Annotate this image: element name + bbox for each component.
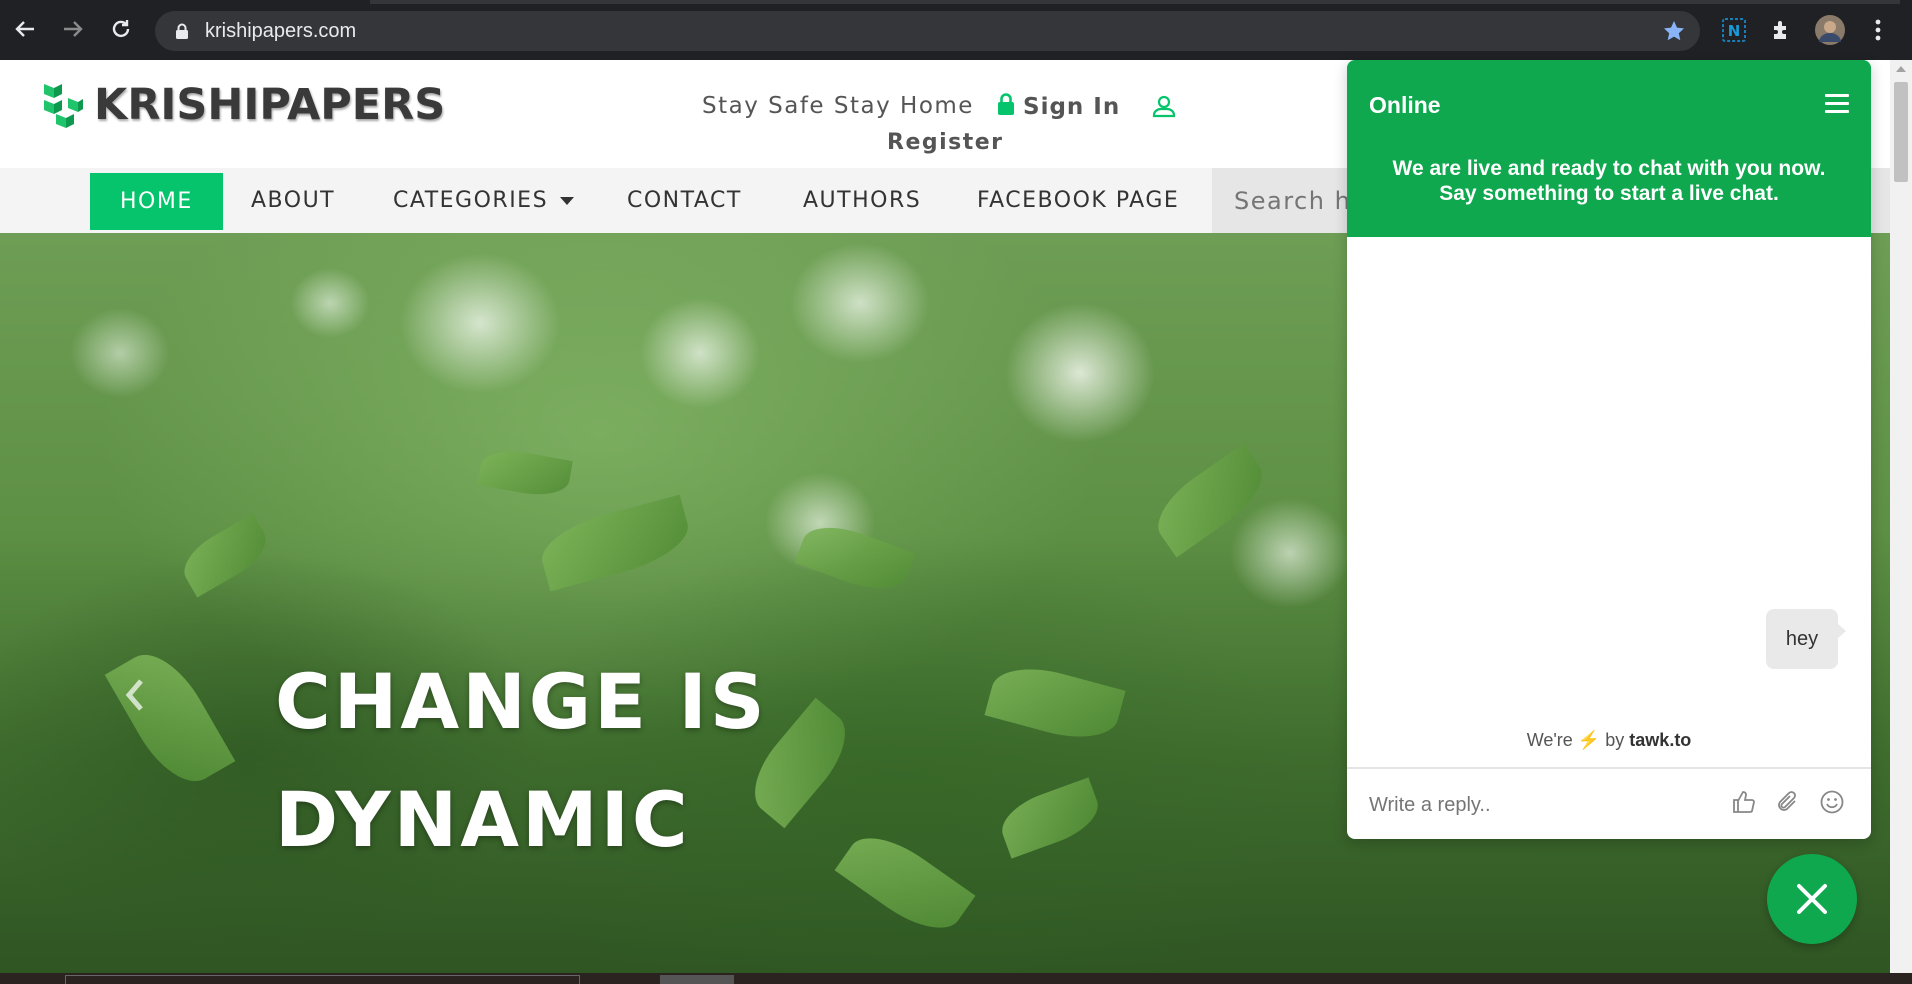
nav-categories[interactable]: CATEGORIES: [363, 168, 604, 233]
paperclip-icon[interactable]: [1773, 787, 1803, 817]
chat-message-bubble: hey: [1766, 609, 1846, 669]
nav-about-label: ABOUT: [251, 188, 336, 213]
chat-welcome-text: We are live and ready to chat with you n…: [1392, 157, 1826, 205]
chat-widget: Online We are live and ready to chat wit…: [1347, 60, 1871, 839]
taskbar-item[interactable]: [65, 975, 580, 984]
user-icon[interactable]: [1152, 94, 1176, 122]
url-text: krishipapers.com: [205, 20, 357, 42]
taskbar-item[interactable]: [660, 975, 734, 984]
hero-title-line1: CHANGE IS: [275, 657, 768, 746]
chat-input-bar: [1347, 767, 1871, 839]
leaf-decoration: [994, 777, 1106, 859]
leaf-decoration: [1145, 443, 1275, 558]
nav-home[interactable]: HOME: [90, 173, 223, 230]
hero-title-line2: DYNAMIC: [275, 775, 691, 864]
sign-in-label: Sign In: [1023, 94, 1121, 120]
back-button[interactable]: [10, 14, 40, 44]
logo-text: KRISHIPAPERS: [94, 80, 446, 130]
chat-close-button[interactable]: [1767, 854, 1857, 944]
emoji-icon[interactable]: [1817, 787, 1847, 817]
reload-icon: [112, 20, 130, 38]
leaf-decoration: [174, 513, 276, 598]
scroll-up-icon[interactable]: [1896, 66, 1906, 72]
lock-icon: [175, 23, 189, 43]
register-link[interactable]: Register: [887, 130, 1004, 155]
powered-brand: tawk.to: [1629, 730, 1692, 750]
thumbs-up-icon[interactable]: [1729, 787, 1759, 817]
chevron-left-icon: [125, 679, 143, 711]
page-scrollbar[interactable]: [1890, 60, 1912, 973]
os-taskbar: [0, 973, 1912, 984]
hamburger-menu-icon[interactable]: [1825, 94, 1849, 118]
back-arrow-icon: [15, 21, 34, 37]
forward-arrow-icon: [64, 21, 83, 37]
nav-categories-label: CATEGORIES: [393, 188, 549, 213]
bookmark-star-icon[interactable]: [1662, 19, 1686, 47]
browser-menu-icon[interactable]: [1862, 14, 1894, 46]
leaf-decoration: [104, 639, 236, 797]
nav-about[interactable]: ABOUT: [221, 168, 365, 233]
nav-facebook-page[interactable]: FACEBOOK PAGE: [947, 168, 1209, 233]
chat-header: Online We are live and ready to chat wit…: [1347, 60, 1871, 237]
scrollbar-thumb[interactable]: [1894, 82, 1908, 182]
nav-authors-label: AUTHORS: [803, 188, 922, 213]
nav-facebook-label: FACEBOOK PAGE: [977, 188, 1180, 213]
nav-home-label: HOME: [120, 189, 193, 214]
leaf-decoration: [794, 515, 916, 601]
powered-by-word: by: [1605, 730, 1625, 750]
powered-prefix: We're: [1526, 730, 1573, 750]
carousel-prev-button[interactable]: [118, 673, 152, 717]
powered-by[interactable]: We're ⚡ by tawk.to: [1347, 730, 1871, 751]
reply-input[interactable]: [1369, 787, 1709, 823]
tagline: Stay Safe Stay Home: [702, 93, 974, 119]
cube-logo-icon: [44, 84, 83, 128]
extension-n-icon[interactable]: N: [1718, 14, 1750, 46]
browser-toolbar: krishipapers.com N: [0, 0, 1912, 60]
leaf-decoration: [834, 821, 976, 945]
reload-button[interactable]: [106, 14, 136, 44]
lock-icon: [997, 93, 1015, 121]
nav-contact-label: CONTACT: [627, 188, 742, 213]
forward-button[interactable]: [58, 14, 88, 44]
tab-strip: [370, 0, 1900, 4]
extensions-puzzle-icon[interactable]: [1766, 14, 1798, 46]
caret-down-icon: [560, 196, 575, 205]
chat-status: Online: [1369, 92, 1441, 118]
address-bar[interactable]: krishipapers.com: [155, 11, 1700, 51]
lightning-icon: ⚡: [1577, 730, 1601, 750]
nav-contact[interactable]: CONTACT: [597, 168, 772, 233]
leaf-decoration: [477, 445, 573, 501]
chat-message-text: hey: [1785, 627, 1819, 650]
nav-authors[interactable]: AUTHORS: [773, 168, 951, 233]
sign-in-link[interactable]: Sign In: [997, 93, 1120, 121]
leaf-decoration: [984, 657, 1126, 749]
close-icon: [1797, 884, 1827, 914]
site-logo[interactable]: KRISHIPAPERS: [38, 80, 445, 130]
hero-title: CHANGE IS DYNAMIC: [275, 643, 768, 879]
leaf-decoration: [534, 494, 696, 592]
svg-text:N: N: [1728, 22, 1741, 40]
profile-avatar[interactable]: [1814, 14, 1846, 46]
